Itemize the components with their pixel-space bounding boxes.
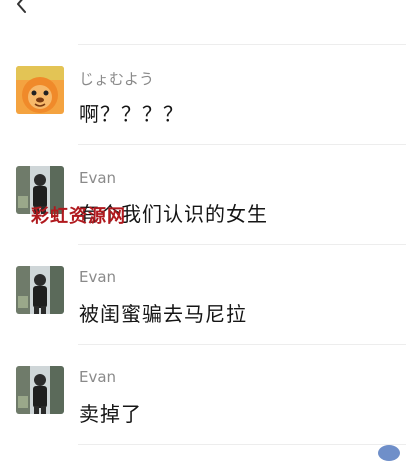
floating-button-partial[interactable] xyxy=(378,445,400,461)
divider xyxy=(78,444,406,445)
sender-name: Evan xyxy=(79,268,117,286)
divider xyxy=(78,44,406,45)
divider xyxy=(78,344,406,345)
man-by-window-avatar-icon xyxy=(16,366,64,414)
back-button[interactable] xyxy=(10,0,34,16)
sender-name: Evan xyxy=(79,169,117,187)
watermark: 彩虹资源网 xyxy=(31,206,126,227)
divider xyxy=(78,244,406,245)
top-bar xyxy=(0,0,406,24)
avatar[interactable] xyxy=(16,366,64,414)
sender-name: じょむよう xyxy=(79,70,155,88)
man-by-window-avatar-icon xyxy=(16,266,64,314)
message-text: 被闺蜜骗去马尼拉 xyxy=(79,302,247,326)
avatar[interactable] xyxy=(16,266,64,314)
message-text: 啊？？？？ xyxy=(79,102,184,126)
cartoon-lion-avatar-icon xyxy=(16,66,64,114)
divider xyxy=(78,144,406,145)
message-text: 卖掉了 xyxy=(79,402,142,426)
avatar[interactable] xyxy=(16,66,64,114)
sender-name: Evan xyxy=(79,368,117,386)
chevron-left-icon xyxy=(17,0,26,13)
